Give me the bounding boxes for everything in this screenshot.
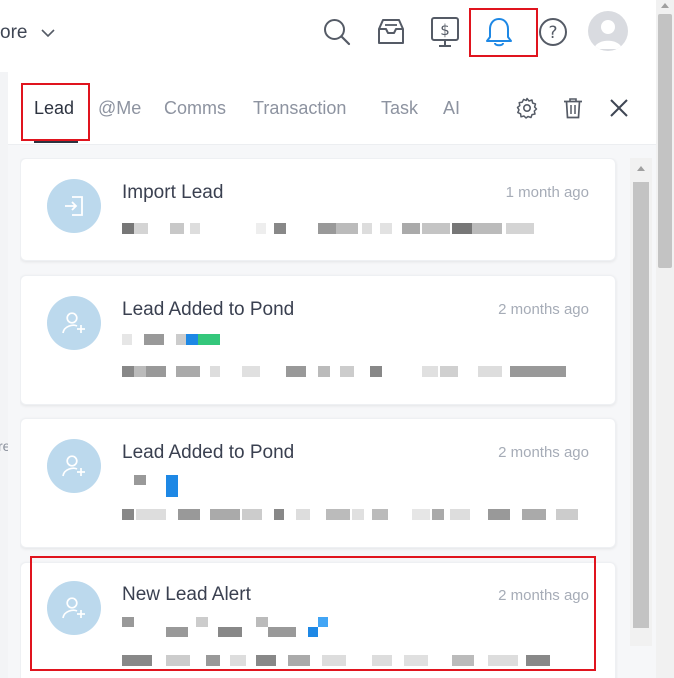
bell-highlight — [469, 8, 538, 57]
settings-icon[interactable] — [513, 94, 541, 122]
inbox-icon[interactable] — [371, 12, 411, 52]
chevron-down-icon — [41, 28, 56, 38]
redacted-text — [122, 334, 242, 345]
redacted-text — [122, 509, 582, 520]
notification-title: Lead Added to Pond — [122, 442, 295, 463]
notification-time: 1 month ago — [505, 184, 589, 201]
tab-ai[interactable]: AI — [443, 98, 460, 119]
redacted-text — [122, 366, 572, 377]
search-icon[interactable] — [317, 12, 357, 52]
notification-time: 2 months ago — [498, 301, 589, 318]
notification-card[interactable]: Lead Added to Pond 2 months ago — [20, 275, 616, 405]
help-icon[interactable]: ? — [533, 12, 573, 52]
new-lead-alert-highlight — [30, 556, 596, 671]
trash-icon[interactable] — [559, 94, 587, 122]
notification-card[interactable]: Lead Added to Pond 2 months ago — [20, 418, 616, 548]
tab-comms[interactable]: Comms — [164, 98, 226, 119]
lead-tab-highlight — [21, 83, 90, 141]
notification-scrollbar-thumb[interactable] — [633, 182, 649, 628]
page-scrollbar[interactable] — [656, 0, 674, 678]
tab-task[interactable]: Task — [381, 98, 418, 119]
notification-panel: Lead @Me Comms Transaction Task AI Impor… — [8, 72, 656, 678]
notification-time: 2 months ago — [498, 444, 589, 461]
top-bar: ore $ ? — [0, 0, 656, 73]
redacted-text — [122, 475, 192, 497]
dollar-monitor-icon[interactable]: $ — [425, 12, 465, 52]
svg-text:$: $ — [440, 21, 450, 39]
tab-transaction[interactable]: Transaction — [253, 98, 346, 119]
svg-text:?: ? — [548, 23, 557, 43]
tab-me[interactable]: @Me — [98, 98, 141, 119]
user-add-icon — [47, 296, 101, 350]
notification-scrollbar[interactable] — [630, 158, 652, 646]
notification-card[interactable]: Import Lead 1 month ago — [20, 158, 616, 261]
page-scrollbar-thumb[interactable] — [658, 14, 672, 268]
more-menu[interactable]: ore — [0, 22, 56, 44]
notification-tabs: Lead @Me Comms Transaction Task AI — [8, 72, 656, 145]
more-label: ore — [0, 22, 28, 43]
user-add-icon — [47, 439, 101, 493]
import-icon — [47, 179, 101, 233]
notification-title: Lead Added to Pond — [122, 299, 295, 320]
close-icon[interactable] — [605, 94, 633, 122]
redacted-text — [122, 223, 542, 234]
avatar[interactable] — [588, 11, 628, 51]
notification-title: Import Lead — [122, 182, 224, 203]
